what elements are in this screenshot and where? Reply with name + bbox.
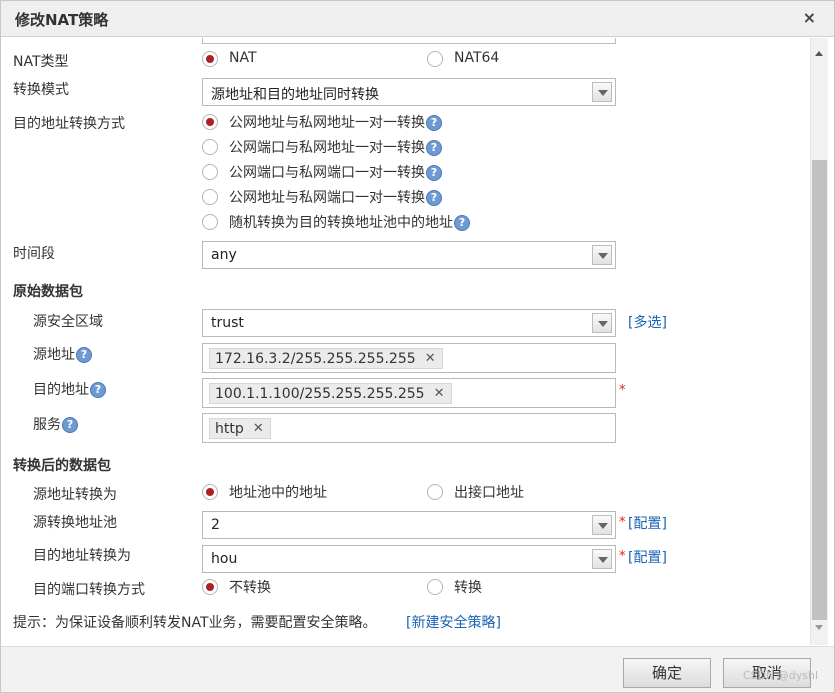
help-icon[interactable]: ? [426, 190, 442, 206]
remove-tag-icon[interactable]: ✕ [434, 384, 445, 404]
src-pool-select[interactable]: 2 [202, 511, 616, 539]
dest-method-radio-4[interactable] [202, 189, 218, 205]
scroll-up-icon[interactable] [811, 46, 828, 64]
required-marker: * [619, 515, 626, 530]
dst-port-none-radio[interactable] [202, 579, 218, 595]
hint-text: 提示：为保证设备顺利转发NAT业务，需要配置安全策略。 [13, 615, 377, 631]
nat-policy-dialog: 修改NAT策略 × NAT类型 NAT NAT64 转换模式 源地址和目的地址同… [0, 0, 835, 693]
original-packet-heading: 原始数据包 [13, 284, 83, 300]
help-icon[interactable]: ? [76, 347, 92, 363]
convert-mode-value: 源地址和目的地址同时转换 [211, 87, 379, 103]
dst-translate-label: 目的地址转换为 [33, 548, 131, 564]
dialog-titlebar: 修改NAT策略 × [1, 1, 834, 37]
dst-translate-config-link[interactable]: [配置] [628, 547, 667, 567]
src-translate-pool-radio[interactable] [202, 484, 218, 500]
src-pool-value: 2 [211, 517, 220, 533]
src-pool-config-link[interactable]: [配置] [628, 513, 667, 533]
convert-mode-label: 转换模式 [13, 82, 69, 98]
dest-method-option-5: 随机转换为目的转换地址池中的地址? [229, 212, 470, 232]
src-translate-label: 源地址转换为 [33, 487, 117, 503]
nat-type-nat-radio[interactable] [202, 51, 218, 67]
dst-translate-select[interactable]: hou [202, 545, 616, 573]
src-translate-interface-radio[interactable] [427, 484, 443, 500]
required-marker: * [619, 383, 626, 398]
src-translate-pool-label: 地址池中的地址 [229, 485, 327, 501]
dst-addr-tag: 100.1.1.100/255.255.255.255 ✕ [209, 383, 452, 404]
chevron-down-icon[interactable] [592, 245, 612, 265]
src-translate-interface-label: 出接口地址 [454, 485, 524, 501]
dialog-footer: 确定 取消 CSDN @dyshl [1, 646, 834, 692]
ok-button[interactable]: 确定 [623, 658, 711, 688]
translated-packet-heading: 转换后的数据包 [13, 458, 111, 474]
time-range-value: any [211, 247, 237, 263]
help-icon[interactable]: ? [426, 115, 442, 131]
help-icon[interactable]: ? [426, 165, 442, 181]
help-icon[interactable]: ? [454, 215, 470, 231]
new-security-policy-link[interactable]: [新建安全策略] [406, 612, 501, 632]
watermark: CSDN @dyshl [742, 669, 818, 682]
dst-port-none-label: 不转换 [229, 580, 271, 596]
service-label: 服务? [33, 414, 78, 434]
nat-type-label: NAT类型 [13, 54, 69, 70]
convert-mode-select[interactable]: 源地址和目的地址同时转换 [202, 78, 616, 106]
dst-addr-input[interactable]: 100.1.1.100/255.255.255.255 ✕ [202, 378, 616, 408]
src-addr-label: 源地址? [33, 344, 92, 364]
service-tag: http ✕ [209, 418, 271, 439]
previous-field-edge [202, 38, 616, 44]
dest-method-radio-2[interactable] [202, 139, 218, 155]
required-marker: * [619, 549, 626, 564]
scrollbar-thumb[interactable] [812, 160, 827, 620]
dest-method-radio-5[interactable] [202, 214, 218, 230]
dest-method-option-4: 公网地址与私网端口一对一转换? [229, 187, 442, 207]
src-addr-tag: 172.16.3.2/255.255.255.255 ✕ [209, 348, 443, 369]
nat-type-nat64-label: NAT64 [454, 50, 500, 66]
dest-method-option-2: 公网端口与私网地址一对一转换? [229, 137, 442, 157]
dst-port-translate-radio[interactable] [427, 579, 443, 595]
dest-method-radio-3[interactable] [202, 164, 218, 180]
dest-method-option-1: 公网地址与私网地址一对一转换? [229, 112, 442, 132]
dialog-title: 修改NAT策略 [15, 11, 109, 29]
service-input[interactable]: http ✕ [202, 413, 616, 443]
chevron-down-icon[interactable] [592, 549, 612, 569]
close-icon[interactable]: × [803, 8, 816, 27]
dest-method-radio-1[interactable] [202, 114, 218, 130]
form-content: NAT类型 NAT NAT64 转换模式 源地址和目的地址同时转换 目的地址转换… [2, 38, 810, 645]
scroll-down-icon[interactable] [811, 619, 828, 637]
chevron-down-icon[interactable] [592, 313, 612, 333]
chevron-down-icon[interactable] [592, 82, 612, 102]
dest-method-option-3: 公网端口与私网端口一对一转换? [229, 162, 442, 182]
multi-select-link[interactable]: [多选] [628, 312, 667, 332]
src-zone-label: 源安全区域 [33, 314, 103, 330]
remove-tag-icon[interactable]: ✕ [253, 419, 264, 439]
help-icon[interactable]: ? [62, 417, 78, 433]
time-range-label: 时间段 [13, 246, 55, 262]
src-addr-input[interactable]: 172.16.3.2/255.255.255.255 ✕ [202, 343, 616, 373]
chevron-down-icon[interactable] [592, 515, 612, 535]
help-icon[interactable]: ? [426, 140, 442, 156]
nat-type-nat64-radio[interactable] [427, 51, 443, 67]
dst-port-label: 目的端口转换方式 [33, 582, 145, 598]
time-range-select[interactable]: any [202, 241, 616, 269]
src-zone-value: trust [211, 315, 244, 331]
dst-translate-value: hou [211, 551, 238, 567]
dst-port-translate-label: 转换 [454, 580, 482, 596]
remove-tag-icon[interactable]: ✕ [425, 349, 436, 369]
dst-addr-label: 目的地址? [33, 379, 106, 399]
vertical-scrollbar[interactable] [810, 38, 828, 645]
src-pool-label: 源转换地址池 [33, 515, 117, 531]
help-icon[interactable]: ? [90, 382, 106, 398]
src-zone-select[interactable]: trust [202, 309, 616, 337]
nat-type-nat-label: NAT [229, 50, 257, 66]
dest-method-label: 目的地址转换方式 [13, 116, 125, 132]
